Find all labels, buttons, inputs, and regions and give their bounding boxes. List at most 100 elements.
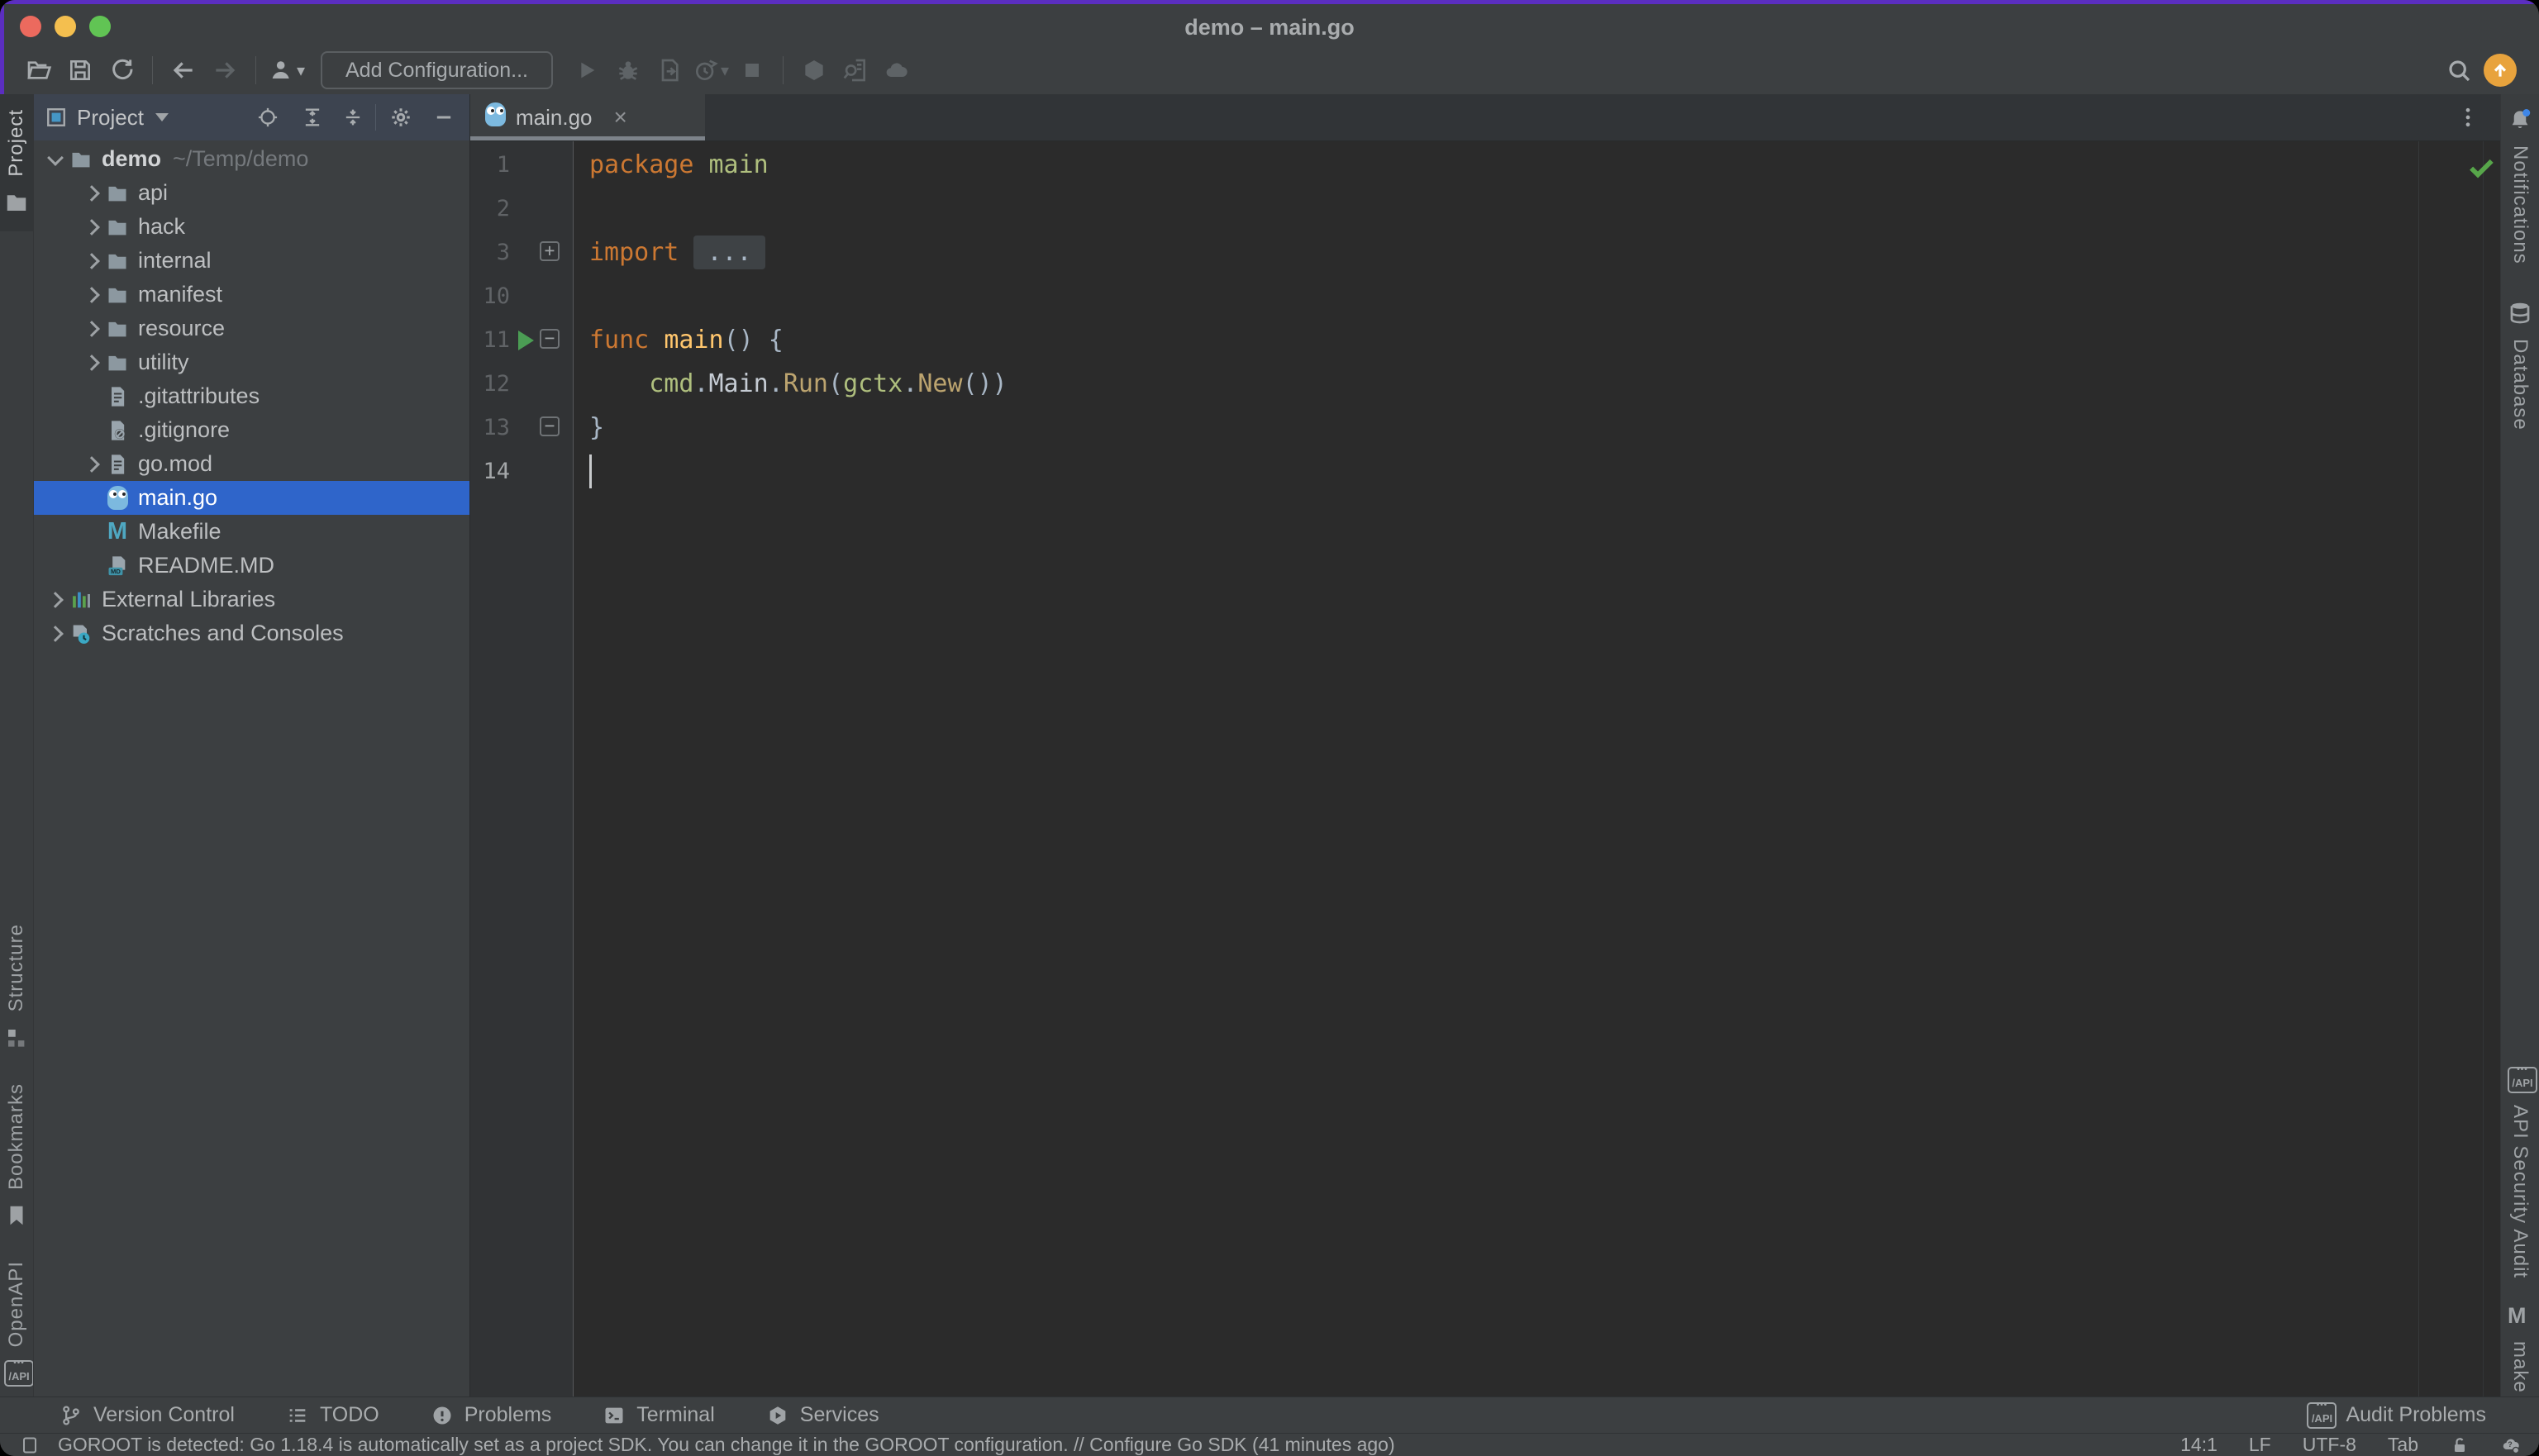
code-line-2[interactable]: 2 <box>470 187 2500 231</box>
tree-item-label: resource <box>138 316 225 341</box>
back-icon[interactable] <box>163 51 204 89</box>
toolbar-item-services[interactable]: Services <box>766 1403 879 1427</box>
run-gutter-icon[interactable] <box>518 331 534 350</box>
tab-main-go[interactable]: main.go × <box>470 94 705 140</box>
tree-item-resource[interactable]: resource <box>34 312 469 345</box>
line-number: 1 <box>470 143 510 187</box>
chevron-right-icon[interactable] <box>79 350 105 375</box>
chevron-right-icon[interactable] <box>79 283 105 307</box>
forward-icon[interactable] <box>204 51 245 89</box>
code-line-1[interactable]: 1package main <box>470 143 2500 187</box>
expand-all-icon[interactable] <box>301 106 326 131</box>
chevron-right-icon[interactable] <box>79 249 105 274</box>
tree-item-readme-md[interactable]: MDREADME.MD <box>34 549 469 583</box>
update-available-icon[interactable] <box>2479 51 2521 89</box>
chevron-right-icon[interactable] <box>79 215 105 240</box>
tree-item-demo[interactable]: demo~/Temp/demo <box>34 142 469 176</box>
code-line-11[interactable]: 11−func main() { <box>470 318 2500 362</box>
code-editor[interactable]: 1package main23+import ...1011−func main… <box>470 141 2500 1397</box>
unlock-icon[interactable] <box>2450 1435 2470 1455</box>
tree-item-hack[interactable]: hack <box>34 210 469 244</box>
chevron-right-icon[interactable] <box>79 181 105 206</box>
chevron-right-icon[interactable] <box>79 316 105 341</box>
run-icon[interactable] <box>566 51 607 89</box>
gear-icon[interactable] <box>389 106 414 131</box>
toolbar-separator <box>255 56 256 84</box>
toolbar-separator <box>783 56 784 84</box>
folded-region[interactable]: ... <box>693 236 765 269</box>
doc-icon <box>105 452 130 477</box>
code-line-12[interactable]: 12 cmd.Main.Run(gctx.New()) <box>470 362 2500 406</box>
tree-item-internal[interactable]: internal <box>34 244 469 278</box>
tool-window-button-api-security-audit[interactable]: /APIAPI Security Audit <box>2508 1067 2532 1278</box>
fold-collapse-icon[interactable]: − <box>540 416 560 436</box>
tree-item-main-go[interactable]: main.go <box>34 481 469 515</box>
tool-window-button-make[interactable]: Mmake <box>2508 1303 2532 1393</box>
hide-tool-window-icon[interactable] <box>432 106 457 131</box>
chevron-right-icon[interactable] <box>42 621 69 646</box>
tree-item-label: README.MD <box>138 553 274 578</box>
toolbar-item-todo[interactable]: TODO <box>286 1403 379 1427</box>
toolbar-item-problems[interactable]: Problems <box>431 1403 552 1427</box>
encoding-widget[interactable]: UTF-8 <box>2303 1434 2356 1456</box>
code-line-13[interactable]: 13−} <box>470 406 2500 450</box>
tree-item-scratches-and-consoles[interactable]: Scratches and Consoles <box>34 616 469 650</box>
window-accent-top <box>0 0 2539 4</box>
indent-widget[interactable]: Tab <box>2388 1434 2418 1456</box>
caret-position-widget[interactable]: 14:1 <box>2180 1434 2217 1456</box>
code-line-3[interactable]: 3+import ... <box>470 231 2500 274</box>
chevron-down-icon[interactable] <box>155 113 169 121</box>
user-profile-icon[interactable]: ▾ <box>266 51 307 89</box>
code-vision-hexagon-icon[interactable] <box>793 51 835 89</box>
tab-options-icon[interactable] <box>2456 105 2480 130</box>
tool-window-button-database[interactable]: Database <box>2508 301 2532 431</box>
project-panel-title[interactable]: Project <box>77 105 144 131</box>
tree-item--gitignore[interactable]: .gitignore <box>34 413 469 447</box>
tool-window-button-notifications[interactable]: Notifications <box>2508 107 2532 264</box>
chevron-right-icon[interactable] <box>79 452 105 477</box>
tree-item-manifest[interactable]: manifest <box>34 278 469 312</box>
window-layout-icon[interactable] <box>20 1435 40 1455</box>
tree-item-go-mod[interactable]: go.mod <box>34 447 469 481</box>
code-line-14[interactable]: 14 <box>470 450 2500 493</box>
run-coverage-icon[interactable] <box>649 51 690 89</box>
collapse-all-icon[interactable] <box>341 106 366 131</box>
debug-icon[interactable] <box>607 51 649 89</box>
folder-tool-icon <box>4 190 29 215</box>
toolbar-item-version-control[interactable]: Version Control <box>60 1403 235 1427</box>
code-line-10[interactable]: 10 <box>470 274 2500 318</box>
toolbar-item-terminal[interactable]: Terminal <box>603 1403 714 1427</box>
tree-item--gitattributes[interactable]: .gitattributes <box>34 379 469 413</box>
tool-window-button-structure[interactable]: Structure <box>4 924 29 1049</box>
select-opened-file-icon[interactable] <box>256 106 281 131</box>
cloud-icon[interactable] <box>876 51 917 89</box>
status-message[interactable]: GOROOT is detected: Go 1.18.4 is automat… <box>58 1434 1395 1456</box>
tool-window-button-openapi[interactable]: OpenAPI/API <box>4 1261 29 1385</box>
chevron-down-icon[interactable] <box>42 147 69 172</box>
line-ending-widget[interactable]: LF <box>2249 1434 2271 1456</box>
folder-icon <box>105 181 130 206</box>
open-icon[interactable] <box>18 51 60 89</box>
chevron-right-icon[interactable] <box>42 588 69 612</box>
close-icon[interactable]: × <box>614 104 627 131</box>
find-usages-icon[interactable] <box>835 51 876 89</box>
fold-expand-icon[interactable]: + <box>540 241 560 261</box>
profiler-icon[interactable]: ▾ <box>690 51 731 89</box>
tree-item-utility[interactable]: utility <box>34 345 469 379</box>
tree-item-makefile[interactable]: MMakefile <box>34 515 469 549</box>
chevron-spacer <box>79 554 105 578</box>
tree-item-external-libraries[interactable]: External Libraries <box>34 583 469 616</box>
toolbar-item-audit-problems[interactable]: /APIAudit Problems <box>2307 1402 2486 1429</box>
sync-icon[interactable] <box>101 51 142 89</box>
add-configuration-button[interactable]: Add Configuration... <box>321 51 553 89</box>
cloud-settings-icon[interactable]: ? <box>2501 1435 2521 1455</box>
save-icon[interactable] <box>60 51 101 89</box>
fold-collapse-icon[interactable]: − <box>540 329 560 349</box>
stop-icon[interactable] <box>731 51 773 89</box>
search-everywhere-icon[interactable] <box>2438 51 2479 89</box>
tool-window-button-project[interactable]: Project <box>0 94 33 231</box>
code-text: cmd.Main.Run(gctx.New()) <box>589 362 1008 406</box>
tree-item-api[interactable]: api <box>34 176 469 210</box>
tool-window-button-bookmarks[interactable]: Bookmarks <box>4 1083 29 1228</box>
inspections-ok-check-icon[interactable] <box>2465 151 2497 183</box>
